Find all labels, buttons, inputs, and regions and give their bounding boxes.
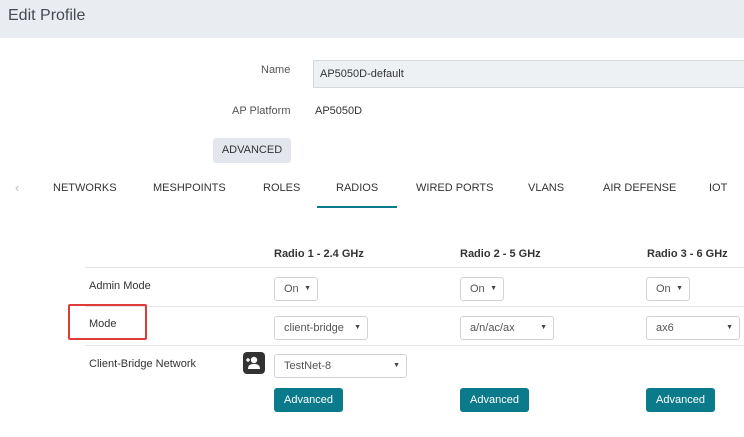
tab-vlans[interactable]: VLANS xyxy=(528,182,564,194)
caret-down-icon: ▼ xyxy=(393,362,400,369)
user-add-icon[interactable] xyxy=(243,352,265,374)
select-value: On xyxy=(656,283,671,295)
chevron-left-icon[interactable]: ‹ xyxy=(15,180,19,195)
ap-platform-label: AP Platform xyxy=(232,105,291,117)
client-bridge-network-select[interactable]: TestNet-8 ▼ xyxy=(274,354,407,378)
caret-down-icon: ▼ xyxy=(304,285,311,292)
caret-down-icon: ▼ xyxy=(490,285,497,292)
advanced-button[interactable]: ADVANCED xyxy=(213,138,291,163)
tab-air-defense[interactable]: AIR DEFENSE xyxy=(603,182,676,194)
row-divider xyxy=(85,345,744,346)
ap-platform-value: AP5050D xyxy=(315,105,363,117)
admin-mode-select-radio-1[interactable]: On ▼ xyxy=(274,277,318,301)
caret-down-icon: ▼ xyxy=(354,324,361,331)
column-header-radio-2: Radio 2 - 5 GHz xyxy=(460,248,541,260)
row-divider xyxy=(85,267,744,268)
admin-mode-label: Admin Mode xyxy=(89,280,151,292)
tab-networks[interactable]: NETWORKS xyxy=(53,182,117,194)
tab-iot[interactable]: IOT xyxy=(709,182,727,194)
tab-meshpoints[interactable]: MESHPOINTS xyxy=(153,182,226,194)
client-bridge-network-label: Client-Bridge Network xyxy=(89,358,196,370)
active-tab-indicator xyxy=(317,206,397,208)
advanced-button-radio-1[interactable]: Advanced xyxy=(274,388,343,412)
advanced-button-radio-3[interactable]: Advanced xyxy=(646,388,715,412)
select-value: On xyxy=(470,283,485,295)
name-field[interactable]: AP5050D-default xyxy=(313,60,744,88)
row-divider xyxy=(85,306,744,307)
caret-down-icon: ▼ xyxy=(540,324,547,331)
mode-select-radio-2[interactable]: a/n/ac/ax ▼ xyxy=(460,316,554,340)
mode-select-radio-1[interactable]: client-bridge ▼ xyxy=(274,316,368,340)
admin-mode-select-radio-2[interactable]: On ▼ xyxy=(460,277,504,301)
page-title: Edit Profile xyxy=(8,7,86,24)
tab-roles[interactable]: ROLES xyxy=(263,182,300,194)
tab-wired-ports[interactable]: WIRED PORTS xyxy=(416,182,493,194)
mode-highlight-box xyxy=(68,304,147,340)
column-header-radio-3: Radio 3 - 6 GHz xyxy=(647,248,728,260)
admin-mode-select-radio-3[interactable]: On ▼ xyxy=(646,277,690,301)
caret-down-icon: ▼ xyxy=(676,285,683,292)
mode-select-radio-3[interactable]: ax6 ▼ xyxy=(646,316,740,340)
select-value: TestNet-8 xyxy=(284,360,332,372)
tab-radios[interactable]: RADIOS xyxy=(336,182,378,194)
select-value: client-bridge xyxy=(284,322,344,334)
column-header-radio-1: Radio 1 - 2.4 GHz xyxy=(274,248,364,260)
name-label: Name xyxy=(261,64,291,76)
select-value: ax6 xyxy=(656,322,674,334)
advanced-button-radio-2[interactable]: Advanced xyxy=(460,388,529,412)
tab-bar: ‹ NETWORKS MESHPOINTS ROLES RADIOS WIRED… xyxy=(0,172,744,210)
select-value: On xyxy=(284,283,299,295)
caret-down-icon: ▼ xyxy=(726,324,733,331)
page-header: Edit Profile xyxy=(0,0,744,38)
select-value: a/n/ac/ax xyxy=(470,322,515,334)
